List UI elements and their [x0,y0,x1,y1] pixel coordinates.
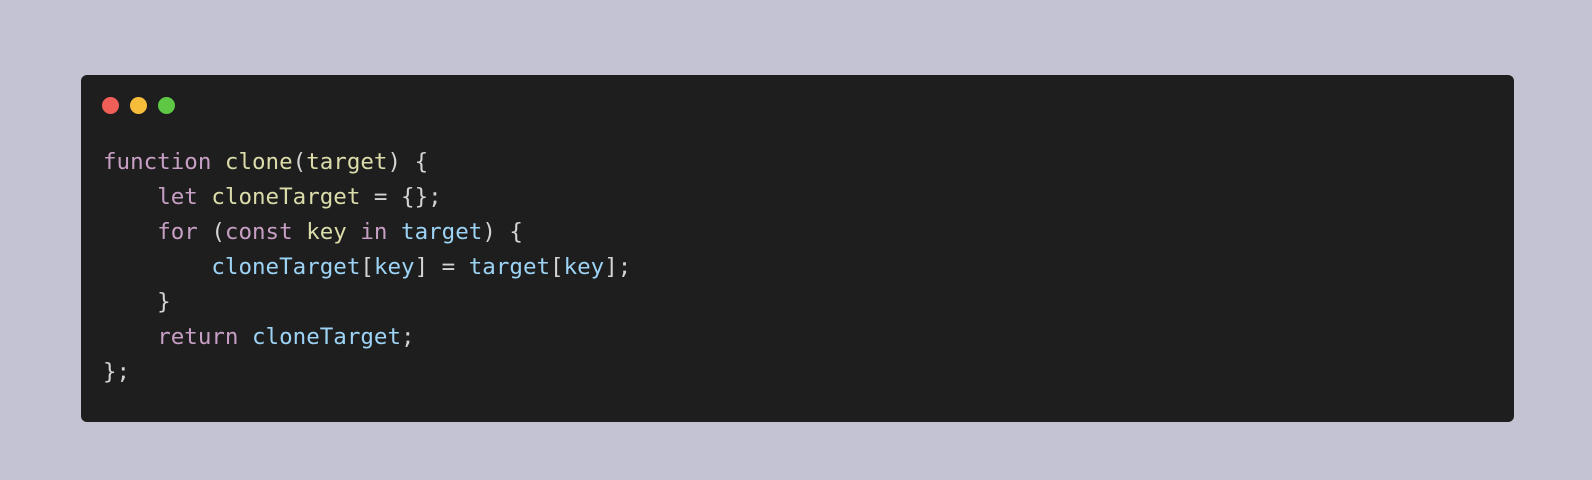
code-token-function: key [306,219,347,245]
code-token-plain: ) { [387,149,429,175]
code-token-plain: ] = [414,254,469,280]
code-token-variable: target [468,254,551,280]
code-token-function: target [306,149,388,175]
code-token-plain: = {}; [360,184,442,210]
code-token-variable: key [563,254,605,280]
code-token-plain: ; [401,324,415,350]
code-token-plain: ]; [604,254,632,280]
code-token-plain: }; [103,359,131,385]
code-line: let cloneTarget = {}; [103,180,631,215]
code-line: for (const key in target) { [103,215,631,250]
code-window: function clone(target) { let cloneTarget… [81,75,1514,422]
code-token-keyword: let [157,184,198,210]
code-line: function clone(target) { [103,145,631,180]
code-token-keyword: in [360,219,388,245]
code-token-variable: key [373,254,415,280]
code-line: cloneTarget[key] = target[key]; [103,250,631,285]
code-token-plain: ( [292,149,307,175]
minimize-button[interactable] [130,97,147,114]
close-button[interactable] [102,97,119,114]
code-token-variable: cloneTarget [252,324,402,350]
code-token-function: cloneTarget [211,184,361,210]
code-token-keyword: const [224,219,293,245]
code-block: function clone(target) { let cloneTarget… [103,145,631,390]
code-token-variable: cloneTarget [211,254,361,280]
code-line: } [103,285,631,320]
code-token-keyword: function [103,149,212,175]
code-token-plain: [ [360,254,374,280]
code-token-keyword: for [157,219,198,245]
code-token-plain: ( [197,219,225,245]
code-token-function: clone [224,149,293,175]
code-line: }; [103,355,631,390]
code-token-variable: target [401,219,483,245]
code-token-plain: [ [550,254,564,280]
code-token-keyword: return [157,324,239,350]
code-token-plain: } [103,289,171,315]
maximize-button[interactable] [158,97,175,114]
code-line: return cloneTarget; [103,320,631,355]
code-token-plain: ) { [482,219,523,245]
window-controls [102,97,175,114]
